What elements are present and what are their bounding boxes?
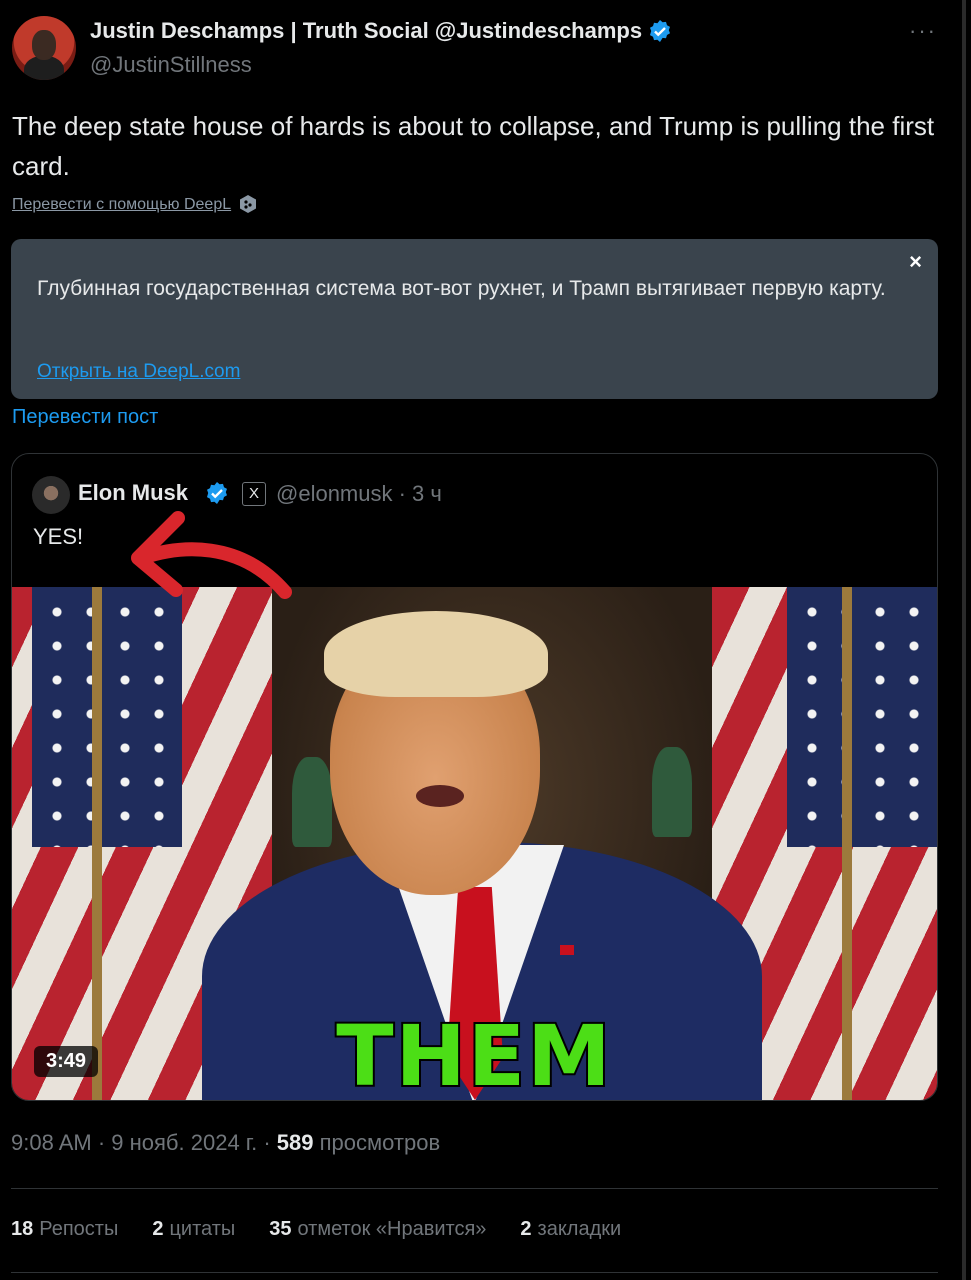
red-arrow-annotation xyxy=(131,511,292,599)
video-player[interactable]: THEM 3:49 xyxy=(12,587,937,1100)
author-handle[interactable]: @JustinStillness xyxy=(90,52,252,78)
quoted-text: YES! xyxy=(33,524,84,549)
views-count: 589 xyxy=(276,1130,314,1155)
divider xyxy=(11,1272,938,1273)
translation-text: Глубинная государственная система вот-во… xyxy=(37,277,886,300)
lamp-decoration xyxy=(292,757,332,847)
speaker-hair xyxy=(324,611,548,697)
stat-quotes[interactable]: 2 цитаты xyxy=(152,1218,235,1241)
translation-panel: Глубинная государственная система вот-во… xyxy=(11,239,938,399)
translate-deepl-label[interactable]: Перевести с помощью DeepL xyxy=(12,196,231,214)
author-display-name[interactable]: Justin Deschamps | Truth Social @Justind… xyxy=(90,18,642,44)
stat-reposts[interactable]: 18 Репосты xyxy=(11,1218,118,1241)
translate-deepl-link[interactable]: Перевести с помощью DeepL xyxy=(12,195,257,215)
speaker-mouth xyxy=(416,785,464,807)
verified-badge-icon xyxy=(650,20,671,42)
deepl-icon xyxy=(240,195,257,213)
video-duration-badge: 3:49 xyxy=(34,1046,99,1077)
tweet-timestamp[interactable]: 9:08 AM · 9 нояб. 2024 г. · xyxy=(11,1130,277,1155)
engagement-stats: 18 Репосты 2 цитаты 35 отметок «Нравится» 2… xyxy=(11,1218,621,1241)
author-avatar[interactable] xyxy=(12,16,76,80)
translate-post-link[interactable]: Перевести пост xyxy=(12,406,158,429)
lamp-decoration xyxy=(652,747,692,837)
tweet-text: The deep state house of hards is about t… xyxy=(12,111,935,181)
flag-pin xyxy=(560,945,574,955)
scrollbar[interactable] xyxy=(962,0,966,1280)
divider xyxy=(11,1188,938,1189)
stat-likes[interactable]: 35 отметок «Нравится» xyxy=(269,1218,486,1241)
close-icon[interactable]: × xyxy=(909,249,922,275)
open-deepl-link[interactable]: Открыть на DeepL.com xyxy=(37,361,240,383)
tweet-meta: 9:08 AM · 9 нояб. 2024 г. · 589 просмотр… xyxy=(11,1130,440,1156)
video-caption: THEM xyxy=(334,1005,613,1100)
author-name[interactable]: Justin Deschamps | Truth Social @Justind… xyxy=(90,18,672,44)
quoted-avatar[interactable] xyxy=(32,476,70,514)
more-options-icon[interactable]: ··· xyxy=(909,18,937,44)
stat-bookmarks[interactable]: 2 закладки xyxy=(520,1218,621,1241)
views-label: просмотров xyxy=(319,1130,441,1155)
